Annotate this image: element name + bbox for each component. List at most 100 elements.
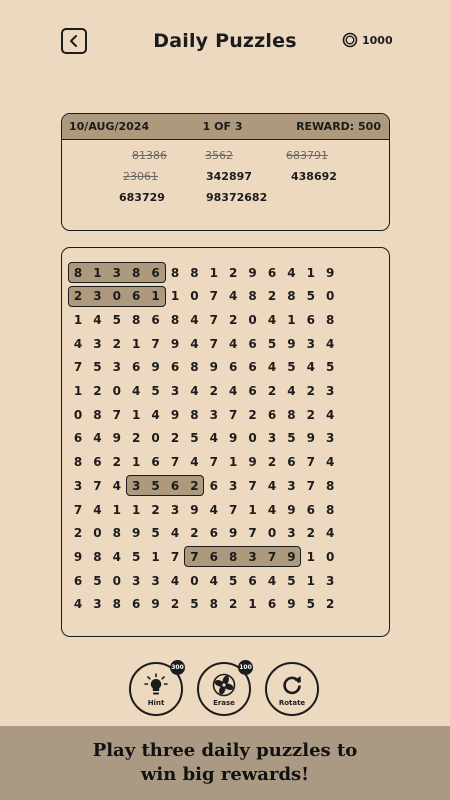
grid-cell[interactable]: 8: [165, 310, 185, 330]
grid-cell[interactable]: 8: [107, 594, 127, 614]
grid-cell[interactable]: 8: [281, 286, 301, 306]
grid-cell[interactable]: 9: [281, 500, 301, 520]
grid-cell[interactable]: 9: [223, 428, 243, 448]
grid-cell[interactable]: 4: [262, 310, 282, 330]
grid-cell[interactable]: 2: [243, 405, 263, 425]
grid-cell[interactable]: 4: [223, 286, 243, 306]
grid-cell[interactable]: 9: [243, 452, 263, 472]
grid-cell[interactable]: 0: [87, 523, 107, 543]
grid-cell[interactable]: 6: [223, 357, 243, 377]
grid-cell[interactable]: 1: [301, 547, 321, 567]
rotate-button[interactable]: Rotate: [265, 662, 319, 716]
grid-cell[interactable]: 5: [146, 523, 166, 543]
grid-cell[interactable]: 3: [204, 405, 224, 425]
grid-cell[interactable]: 8: [68, 452, 88, 472]
grid-cell[interactable]: 6: [262, 594, 282, 614]
grid-cell[interactable]: 7: [107, 405, 127, 425]
grid-cell[interactable]: 8: [126, 263, 146, 283]
grid-cell[interactable]: 9: [165, 405, 185, 425]
grid-cell[interactable]: 0: [107, 571, 127, 591]
grid-cell[interactable]: 2: [223, 594, 243, 614]
grid-cell[interactable]: 3: [126, 571, 146, 591]
grid-cell[interactable]: 7: [301, 452, 321, 472]
grid-cell[interactable]: 4: [165, 523, 185, 543]
grid-cell[interactable]: 8: [243, 286, 263, 306]
grid-cell[interactable]: 4: [320, 452, 340, 472]
grid-cell[interactable]: 4: [262, 571, 282, 591]
grid-cell[interactable]: 4: [204, 500, 224, 520]
grid-cell[interactable]: 5: [281, 428, 301, 448]
grid-cell[interactable]: 2: [223, 263, 243, 283]
grid-cell[interactable]: 7: [165, 547, 185, 567]
grid-cell[interactable]: 8: [184, 357, 204, 377]
grid-cell[interactable]: 2: [165, 428, 185, 448]
grid-cell[interactable]: 1: [301, 571, 321, 591]
grid-cell[interactable]: 6: [204, 523, 224, 543]
grid-cell[interactable]: 2: [262, 381, 282, 401]
grid-cell[interactable]: 6: [165, 476, 185, 496]
grid-cell[interactable]: 2: [320, 594, 340, 614]
grid-cell[interactable]: 7: [68, 500, 88, 520]
grid-cell[interactable]: 5: [146, 476, 166, 496]
grid-cell[interactable]: 5: [126, 547, 146, 567]
grid-cell[interactable]: 6: [262, 405, 282, 425]
grid-cell[interactable]: 4: [107, 547, 127, 567]
grid-cell[interactable]: 6: [146, 263, 166, 283]
grid-cell[interactable]: 4: [184, 381, 204, 401]
grid-cell[interactable]: 2: [301, 405, 321, 425]
grid-cell[interactable]: 7: [87, 476, 107, 496]
grid-cell[interactable]: 0: [243, 310, 263, 330]
grid-cell[interactable]: 0: [184, 571, 204, 591]
grid-cell[interactable]: 6: [243, 571, 263, 591]
grid-cell[interactable]: 0: [107, 381, 127, 401]
grid-cell[interactable]: 1: [223, 452, 243, 472]
hint-button[interactable]: Hint 300: [129, 660, 185, 716]
grid-cell[interactable]: 1: [301, 263, 321, 283]
grid-cell[interactable]: 3: [165, 500, 185, 520]
grid-cell[interactable]: 8: [281, 405, 301, 425]
grid-cell[interactable]: 3: [107, 357, 127, 377]
grid-cell[interactable]: 3: [320, 571, 340, 591]
grid-cell[interactable]: 4: [204, 428, 224, 448]
grid-cell[interactable]: 7: [165, 452, 185, 472]
grid-cell[interactable]: 0: [107, 286, 127, 306]
grid-cell[interactable]: 6: [68, 428, 88, 448]
grid-cell[interactable]: 1: [281, 310, 301, 330]
grid-cell[interactable]: 7: [223, 500, 243, 520]
grid-cell[interactable]: 9: [107, 428, 127, 448]
grid-cell[interactable]: 4: [87, 310, 107, 330]
grid-cell[interactable]: 6: [204, 476, 224, 496]
grid-cell[interactable]: 3: [165, 381, 185, 401]
grid-cell[interactable]: 6: [243, 357, 263, 377]
grid-cell[interactable]: 5: [184, 428, 204, 448]
grid-cell[interactable]: 3: [320, 381, 340, 401]
grid-cell[interactable]: 4: [204, 571, 224, 591]
grid-cell[interactable]: 3: [281, 523, 301, 543]
grid-cell[interactable]: 1: [68, 310, 88, 330]
grid-cell[interactable]: 5: [281, 357, 301, 377]
grid-cell[interactable]: 7: [204, 334, 224, 354]
grid-cell[interactable]: 2: [262, 286, 282, 306]
grid-cell[interactable]: 3: [146, 571, 166, 591]
grid-cell[interactable]: 5: [262, 334, 282, 354]
grid-cell[interactable]: 4: [184, 452, 204, 472]
grid-cell[interactable]: 2: [262, 452, 282, 472]
grid-cell[interactable]: 3: [126, 476, 146, 496]
grid-cell[interactable]: 2: [87, 381, 107, 401]
grid-cell[interactable]: 6: [262, 263, 282, 283]
grid-cell[interactable]: 3: [107, 263, 127, 283]
grid-cell[interactable]: 3: [223, 476, 243, 496]
grid-cell[interactable]: 5: [107, 310, 127, 330]
grid-cell[interactable]: 0: [184, 286, 204, 306]
grid-cell[interactable]: 4: [126, 381, 146, 401]
grid-cell[interactable]: 3: [68, 476, 88, 496]
grid-cell[interactable]: 5: [301, 286, 321, 306]
grid-cell[interactable]: 7: [262, 547, 282, 567]
grid-cell[interactable]: 7: [204, 286, 224, 306]
grid-cell[interactable]: 4: [146, 405, 166, 425]
grid-cell[interactable]: 0: [146, 428, 166, 448]
grid-cell[interactable]: 5: [87, 357, 107, 377]
grid-cell[interactable]: 3: [262, 428, 282, 448]
grid-cell[interactable]: 4: [87, 500, 107, 520]
grid-cell[interactable]: 3: [320, 428, 340, 448]
